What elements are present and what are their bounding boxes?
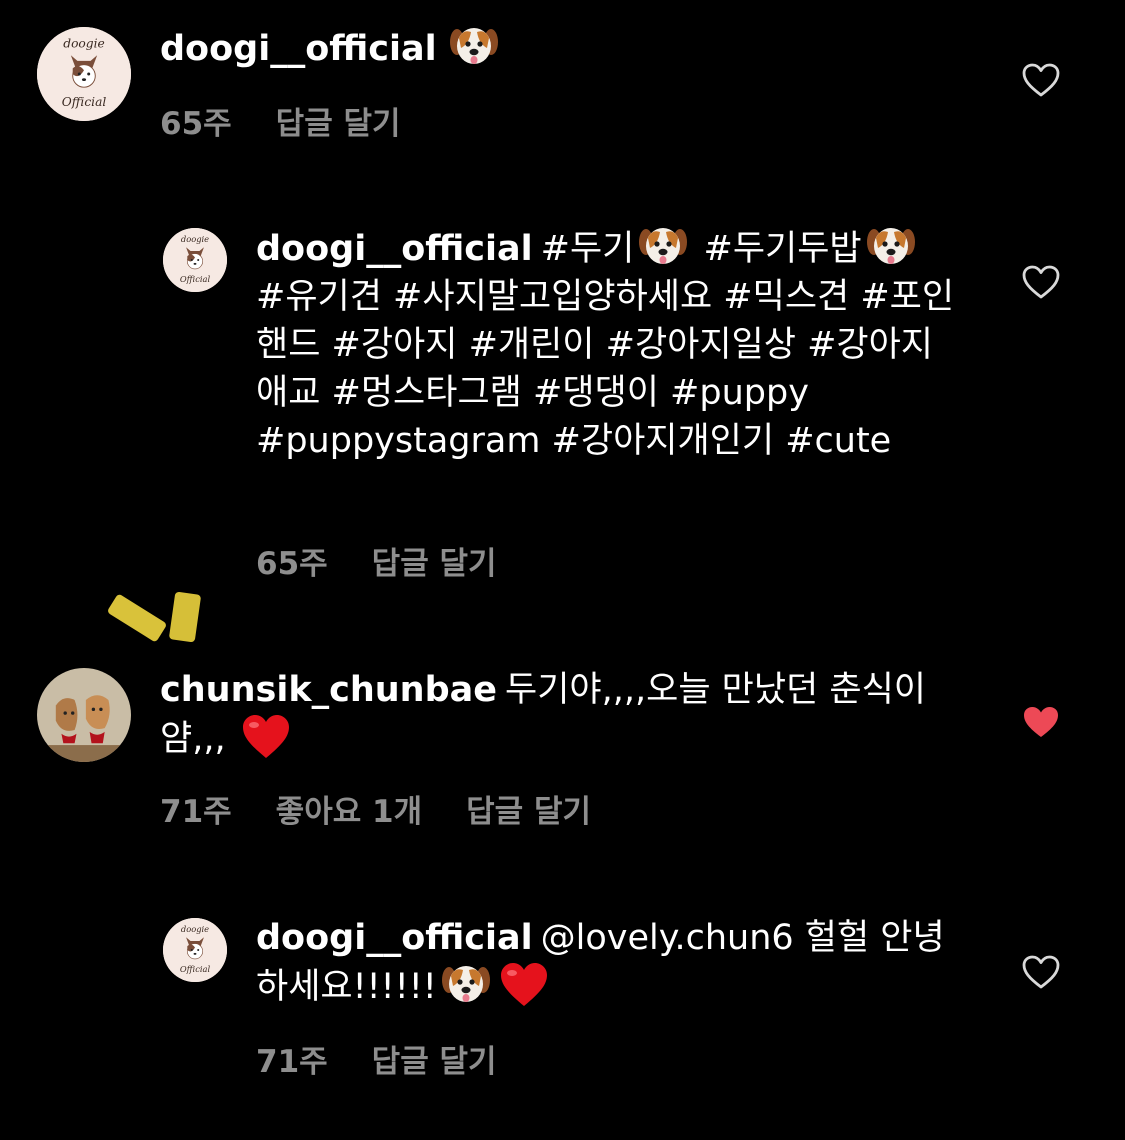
hashtag-text[interactable]: #유기견 #사지말고입양하세요 #믹스견 #포인핸드 #강아지 #개린이 #강아… [256,277,954,461]
heart-outline-icon[interactable] [1021,954,1061,990]
reply-button[interactable]: 답글 달기 [372,546,497,582]
comment-body: doogi__official #두기 #두기두밥 #유기견 #사지말고입양하세요… [256,224,956,465]
comment-meta: 65주 답글 달기 [160,98,445,143]
reply-button[interactable]: 답글 달기 [276,106,401,142]
dog-face-emoji [441,962,491,1006]
comment-item: doogi__official 65주 답글 달기 [0,0,1125,160]
red-heart-emoji [499,962,549,1008]
comment-username[interactable]: doogi__official [256,229,533,269]
comment-meta: 65주 답글 달기 [256,538,541,583]
reply-button[interactable]: 답글 달기 [372,1044,497,1080]
red-heart-emoji [241,714,291,760]
dog-face-emoji [638,224,688,268]
dog-face-emoji [449,24,499,68]
comment-body: doogi__official @lovely.chun6 헐헐 안녕하세요!!!… [256,914,956,1011]
avatar[interactable] [163,918,227,982]
comment-meta: 71주 좋아요 1개 답글 달기 [160,786,635,831]
hashtag-text[interactable]: #두기두밥 [692,229,862,269]
doogi-avatar-image [163,228,227,292]
heart-outline-icon[interactable] [1021,264,1061,300]
doogi-avatar-image [37,27,131,121]
comment-body: chunsik_chunbae 두기야,,,,오늘 만났던 춘식이얌,,, [160,666,940,763]
comment-username[interactable]: doogi__official [256,918,533,958]
chunsik-avatar-image [37,668,131,762]
likes-count[interactable]: 좋아요 1개 [276,794,422,830]
heart-filled-icon[interactable] [1021,704,1061,740]
comment-time: 71주 [256,1044,328,1080]
comment-username[interactable]: doogi__official [160,29,437,69]
confetti-decoration [108,591,201,643]
avatar[interactable] [163,228,227,292]
comment-username[interactable]: chunsik_chunbae [160,670,497,710]
dog-face-emoji [866,224,916,268]
comment-time: 65주 [160,106,232,142]
avatar[interactable] [37,27,131,121]
comment-time: 71주 [160,794,232,830]
reply-button[interactable]: 답글 달기 [466,794,591,830]
doogi-avatar-image [163,918,227,982]
comment-time: 65주 [256,546,328,582]
avatar[interactable] [37,668,131,762]
comment-body: doogi__official [160,24,920,73]
hashtag-text[interactable]: #두기 [541,229,635,269]
heart-outline-icon[interactable] [1021,62,1061,98]
comment-meta: 71주 답글 달기 [256,1036,541,1081]
